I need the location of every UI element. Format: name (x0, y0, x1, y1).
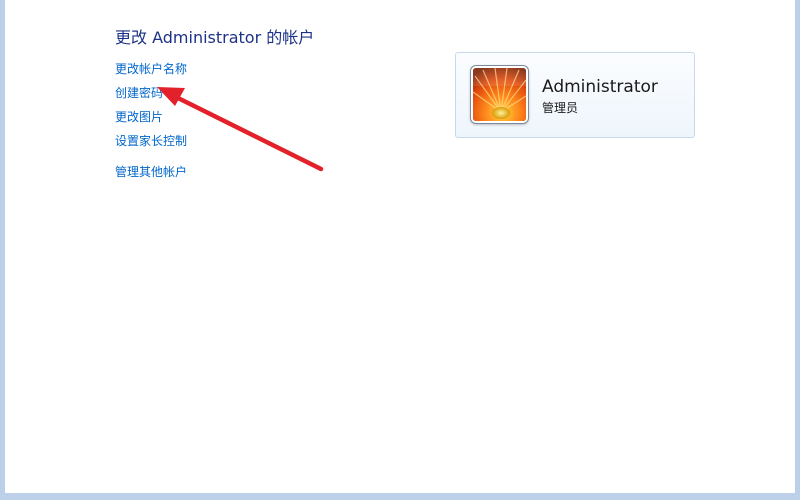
change-picture-link[interactable]: 更改图片 (115, 108, 163, 125)
account-name: Administrator (542, 77, 658, 97)
manage-other-accounts-link[interactable]: 管理其他帐户 (115, 163, 187, 180)
account-card: Administrator 管理员 (455, 52, 695, 138)
page-title: 更改 Administrator 的帐户 (115, 28, 315, 47)
control-panel-window: 更改 Administrator 的帐户 更改帐户名称 创建密码 更改图片 设置… (0, 0, 800, 500)
parental-controls-link[interactable]: 设置家长控制 (115, 132, 187, 149)
change-account-name-link[interactable]: 更改帐户名称 (115, 60, 187, 77)
account-role: 管理员 (542, 101, 579, 115)
flower-avatar-icon[interactable] (471, 66, 528, 123)
create-password-link[interactable]: 创建密码 (115, 84, 163, 101)
